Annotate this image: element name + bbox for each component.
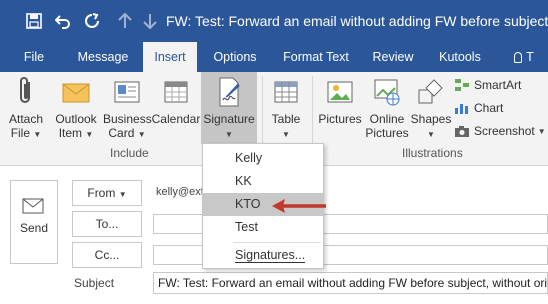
group-label-include: Include	[110, 146, 149, 160]
smartart-button[interactable]: SmartArt	[454, 76, 521, 94]
attach-file-button[interactable]: Attach File ▼	[6, 76, 46, 142]
picture-icon	[325, 76, 355, 108]
down-arrow-icon[interactable]	[140, 11, 160, 31]
tab-review[interactable]: Review	[366, 42, 420, 72]
chart-button[interactable]: Chart	[454, 99, 503, 117]
shapes-label: Shapes	[410, 112, 452, 126]
chevron-down-icon: ▼	[33, 130, 42, 139]
smartart-label: SmartArt	[474, 78, 522, 92]
signatures-manage-label: Signatures...	[235, 248, 306, 263]
tab-tell-me-label: T	[526, 50, 534, 64]
attach-file-label-2: File	[10, 126, 31, 140]
from-value: kelly@ext	[156, 186, 204, 198]
business-card-button[interactable]: Business Card ▼	[103, 76, 152, 142]
tab-options[interactable]: Options	[206, 42, 264, 72]
smartart-icon	[454, 78, 470, 92]
business-card-label-2: Card	[108, 126, 135, 140]
signature-item-test[interactable]: Test	[203, 216, 323, 239]
redo-icon[interactable]	[82, 11, 102, 31]
table-icon	[271, 76, 301, 108]
screenshot-button[interactable]: Screenshot ▼	[454, 122, 546, 140]
chevron-down-icon: ▼	[282, 130, 290, 139]
menu-separator	[233, 242, 321, 243]
signature-item-kelly[interactable]: Kelly	[203, 147, 323, 170]
tab-format-text[interactable]: Format Text	[276, 42, 356, 72]
window-title: FW: Test: Forward an email without addin…	[166, 13, 548, 29]
cc-button[interactable]: Cc...	[72, 242, 142, 268]
tab-kutools[interactable]: Kutools	[432, 42, 488, 72]
camera-icon	[454, 124, 470, 138]
business-card-icon	[112, 76, 142, 108]
shapes-button[interactable]: Shapes ▼	[410, 76, 452, 142]
signature-label: Signature	[203, 112, 255, 126]
ribbon-tabs: File Message Insert Options Format Text …	[0, 42, 548, 72]
red-arrow-icon	[272, 199, 326, 213]
title-bar: FW: Test: Forward an email without addin…	[0, 0, 548, 42]
signature-button[interactable]: Signature ▼	[201, 76, 257, 142]
signatures-manage-item[interactable]: Signatures...	[203, 244, 323, 267]
calendar-label: Calendar	[151, 112, 201, 126]
table-button[interactable]: Table ▼	[266, 76, 306, 142]
outlook-item-button[interactable]: Outlook Item ▼	[52, 76, 100, 142]
online-pictures-label-2: Pictures	[365, 126, 409, 140]
pictures-label: Pictures	[318, 112, 362, 126]
tab-file[interactable]: File	[14, 42, 54, 72]
chevron-down-icon: ▼	[225, 130, 233, 139]
online-pictures-button[interactable]: Online Pictures	[364, 76, 410, 140]
signature-item-kk[interactable]: KK	[203, 170, 323, 193]
business-card-label-1: Business	[103, 112, 152, 126]
subject-label: Subject	[74, 276, 115, 290]
tab-tell-me[interactable]: T	[504, 42, 544, 72]
save-icon[interactable]	[24, 11, 44, 31]
lightbulb-icon	[514, 52, 523, 64]
chevron-down-icon: ▼	[118, 190, 127, 199]
attach-file-label-1: Attach	[8, 112, 44, 126]
calendar-button[interactable]: Calendar	[150, 76, 202, 126]
screenshot-label: Screenshot	[474, 124, 535, 138]
chart-label: Chart	[474, 101, 504, 115]
online-picture-icon	[372, 76, 402, 108]
table-label: Table	[271, 112, 301, 126]
send-icon	[22, 197, 46, 215]
outlook-item-label-2: Item	[58, 126, 83, 140]
tab-message[interactable]: Message	[70, 42, 136, 72]
chevron-down-icon: ▼	[85, 130, 94, 139]
shapes-icon	[416, 76, 446, 108]
chevron-down-icon: ▼	[537, 126, 546, 136]
signature-icon	[214, 76, 244, 108]
to-button[interactable]: To...	[72, 211, 142, 237]
up-arrow-icon[interactable]	[115, 11, 135, 31]
subject-field[interactable]: FW: Test: Forward an email without addin…	[153, 272, 548, 294]
group-label-illustrations: Illustrations	[402, 146, 463, 160]
send-label: Send	[19, 221, 49, 235]
outlook-item-label-1: Outlook	[55, 112, 97, 126]
undo-icon[interactable]	[53, 11, 73, 31]
send-button[interactable]: Send	[10, 180, 58, 264]
envelope-icon	[61, 76, 91, 108]
calendar-icon	[161, 76, 191, 108]
paperclip-icon	[14, 76, 38, 108]
chart-icon	[454, 101, 470, 115]
chevron-down-icon: ▼	[137, 130, 146, 139]
online-pictures-label-1: Online	[369, 112, 405, 126]
from-label: From	[87, 186, 116, 200]
pictures-button[interactable]: Pictures	[316, 76, 364, 126]
chevron-down-icon: ▼	[427, 130, 435, 139]
from-button[interactable]: From ▼	[72, 180, 142, 206]
tab-insert[interactable]: Insert	[143, 42, 197, 72]
